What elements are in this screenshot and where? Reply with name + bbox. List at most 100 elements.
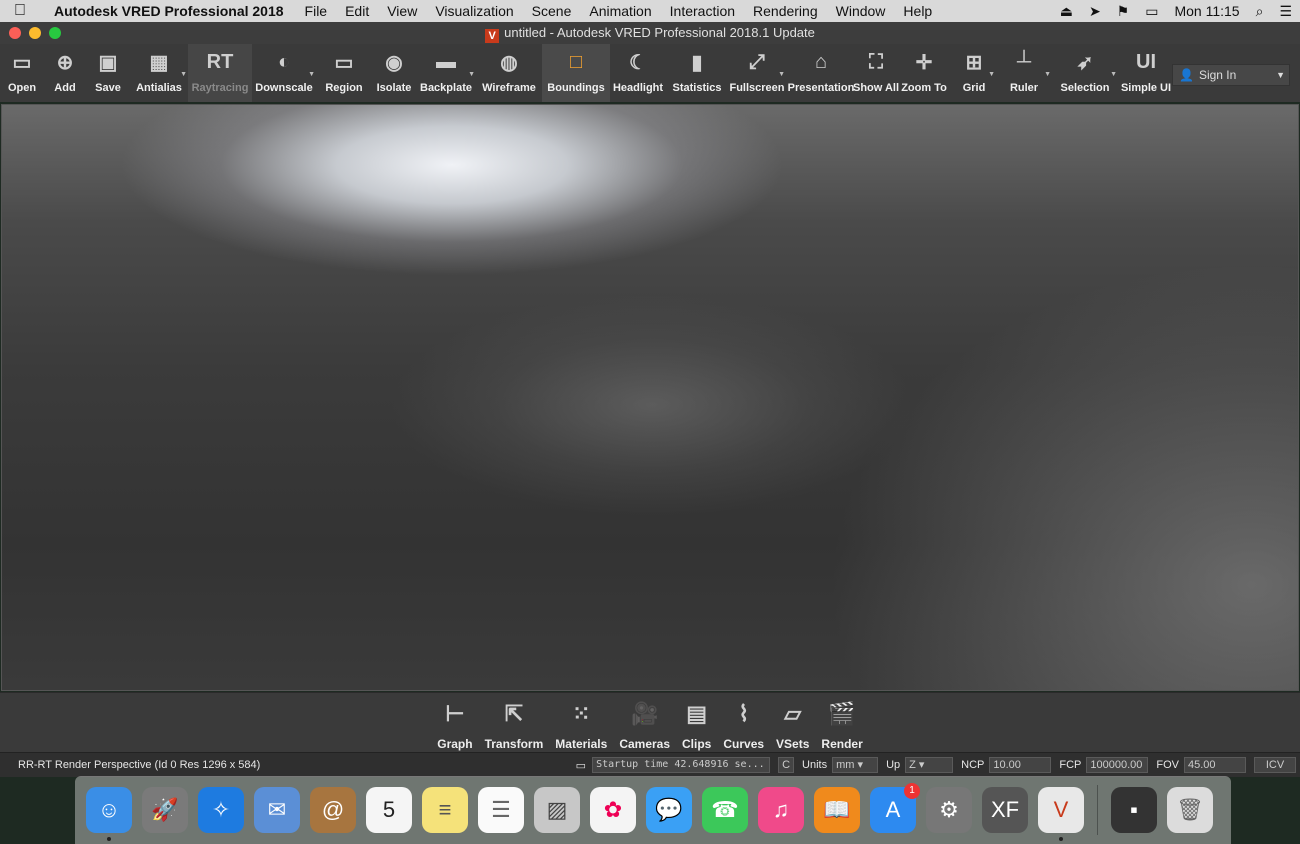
- chevron-down-icon[interactable]: ▼: [778, 71, 785, 78]
- notes-icon[interactable]: ≡: [422, 787, 468, 833]
- showall-button[interactable]: ⛶ Show All: [853, 44, 899, 102]
- units-select[interactable]: mm ▾: [832, 757, 879, 773]
- spotlight-icon[interactable]: ⌕: [1248, 3, 1272, 20]
- module-render-button[interactable]: 🎬 Render: [815, 693, 868, 753]
- chevron-down-icon[interactable]: ▼: [1110, 71, 1117, 78]
- airplay-icon[interactable]: ⏏: [1052, 3, 1081, 20]
- screen-thumbnail-icon[interactable]: ▪: [1111, 787, 1157, 833]
- menu-help[interactable]: Help: [894, 3, 941, 19]
- save-button[interactable]: ▣ Save: [86, 44, 130, 102]
- icv-button[interactable]: ICV: [1254, 757, 1296, 773]
- module-transform-button[interactable]: ⇱ Transform: [479, 693, 550, 753]
- module-cameras-button[interactable]: 🎥 Cameras: [613, 693, 676, 753]
- zoomto-button[interactable]: ✛ Zoom To: [896, 44, 952, 102]
- notification-center-icon[interactable]: ☰: [1271, 3, 1300, 20]
- presentation-button[interactable]: ⌂ Presentation: [786, 44, 856, 102]
- menu-file[interactable]: File: [296, 3, 337, 19]
- zoom-window-button[interactable]: [49, 27, 61, 39]
- statistics-button[interactable]: ▮ Statistics: [666, 44, 728, 102]
- location-icon[interactable]: ➤: [1081, 3, 1109, 20]
- dock-glyph: ▨: [546, 797, 568, 822]
- ibooks-icon[interactable]: 📖: [814, 787, 860, 833]
- launchpad-icon[interactable]: 🚀: [142, 787, 188, 833]
- headlight-button[interactable]: ☾ Headlight: [610, 44, 666, 102]
- mail-icon[interactable]: ✉: [254, 787, 300, 833]
- wireframe-button[interactable]: ◍ Wireframe: [476, 44, 542, 102]
- simpleui-button[interactable]: UI Simple UI: [1118, 44, 1174, 102]
- menu-view[interactable]: View: [378, 3, 426, 19]
- safari-icon[interactable]: ✧: [198, 787, 244, 833]
- flag-icon[interactable]: ⚑: [1109, 3, 1138, 20]
- xf-icon[interactable]: XF: [982, 787, 1028, 833]
- menu-bar:  Autodesk VRED Professional 2018 FileEd…: [0, 0, 1300, 22]
- sign-in-button[interactable]: 👤 Sign In ▼: [1172, 64, 1290, 86]
- fcp-input[interactable]: 100000.00: [1086, 757, 1149, 773]
- system-preferences-icon[interactable]: ⚙: [926, 787, 972, 833]
- menu-rendering[interactable]: Rendering: [744, 3, 827, 19]
- fullscreen-button[interactable]: ⤢ Fullscreen ▼: [728, 44, 786, 102]
- minimize-window-button[interactable]: [29, 27, 41, 39]
- itunes-icon[interactable]: ♫: [758, 787, 804, 833]
- dock-glyph: 💬: [655, 797, 683, 822]
- antialias-button[interactable]: ▦ Antialias ▼: [130, 44, 188, 102]
- photos-icon[interactable]: ✿: [590, 787, 636, 833]
- region-button[interactable]: ▭ Region: [316, 44, 372, 102]
- preview-icon[interactable]: ▨: [534, 787, 580, 833]
- menu-scene[interactable]: Scene: [523, 3, 581, 19]
- chevron-down-icon[interactable]: ▼: [988, 71, 995, 78]
- chevron-down-icon[interactable]: ▼: [308, 71, 315, 78]
- ncp-input[interactable]: 10.00: [989, 757, 1052, 773]
- menu-interaction[interactable]: Interaction: [661, 3, 744, 19]
- facetime-icon[interactable]: ☎: [702, 787, 748, 833]
- trash-icon[interactable]: 🗑: [1167, 787, 1213, 833]
- menu-app-name[interactable]: Autodesk VRED Professional 2018: [40, 3, 296, 19]
- isolate-label: Isolate: [376, 82, 412, 94]
- menu-edit[interactable]: Edit: [336, 3, 378, 19]
- module-graph-button[interactable]: ⊢ Graph: [431, 693, 478, 753]
- display-icon[interactable]: ▭: [1137, 3, 1166, 20]
- add-button[interactable]: ⊕ Add: [44, 44, 86, 102]
- chevron-down-icon[interactable]: ▼: [1044, 71, 1051, 78]
- terminal-icon[interactable]: ▭: [576, 759, 586, 772]
- module-label: Materials: [555, 737, 608, 751]
- log-field[interactable]: Startup time 42.648916 se...: [592, 757, 771, 773]
- isolate-button[interactable]: ◉ Isolate: [372, 44, 416, 102]
- module-materials-button[interactable]: ⁙ Materials: [549, 693, 613, 753]
- open-button[interactable]: ▭ Open: [0, 44, 44, 102]
- dock-glyph: 🚀: [151, 797, 179, 822]
- reminders-icon[interactable]: ☰: [478, 787, 524, 833]
- transform-icon: ⇱: [504, 701, 524, 726]
- module-clips-button[interactable]: ▤ Clips: [676, 693, 717, 753]
- menu-animation[interactable]: Animation: [580, 3, 660, 19]
- app-store-icon[interactable]: A1: [870, 783, 920, 833]
- raytracing-button[interactable]: RT Raytracing: [188, 44, 252, 102]
- menu-window[interactable]: Window: [827, 3, 895, 19]
- backplate-button[interactable]: ▬ Backplate ▼: [416, 44, 476, 102]
- apple-icon[interactable]: : [0, 2, 40, 20]
- calendar-icon[interactable]: 5: [366, 787, 412, 833]
- grid-button[interactable]: ⊞ Grid ▼: [952, 44, 996, 102]
- window-titlebar: Vuntitled - Autodesk VRED Professional 2…: [0, 22, 1300, 45]
- clock[interactable]: Mon 11:15: [1166, 3, 1247, 19]
- module-curves-button[interactable]: ⌇ Curves: [717, 693, 770, 753]
- region-label: Region: [325, 82, 363, 94]
- clear-log-button[interactable]: C: [778, 757, 795, 773]
- menu-visualization[interactable]: Visualization: [426, 3, 522, 19]
- contacts-icon[interactable]: @: [310, 787, 356, 833]
- chevron-down-icon[interactable]: ▼: [468, 71, 475, 78]
- finder-icon[interactable]: ☺: [86, 787, 132, 841]
- module-vsets-button[interactable]: ▱ VSets: [770, 693, 815, 753]
- up-axis-select[interactable]: Z ▾: [905, 757, 954, 773]
- render-viewport[interactable]: [1, 104, 1299, 691]
- messages-icon[interactable]: 💬: [646, 787, 692, 833]
- selection-button[interactable]: ➶ Selection ▼: [1052, 44, 1118, 102]
- dock-glyph: XF: [990, 797, 1020, 822]
- chevron-down-icon[interactable]: ▼: [180, 71, 187, 78]
- ruler-button[interactable]: ┴ Ruler ▼: [996, 44, 1052, 102]
- module-label: Transform: [484, 737, 544, 751]
- close-window-button[interactable]: [9, 27, 21, 39]
- fov-input[interactable]: 45.00: [1184, 757, 1246, 773]
- vred-pro-icon[interactable]: V: [1038, 787, 1084, 841]
- downscale-button[interactable]: ◐ Downscale ▼: [252, 44, 316, 102]
- boundings-button[interactable]: □ Boundings: [542, 44, 610, 102]
